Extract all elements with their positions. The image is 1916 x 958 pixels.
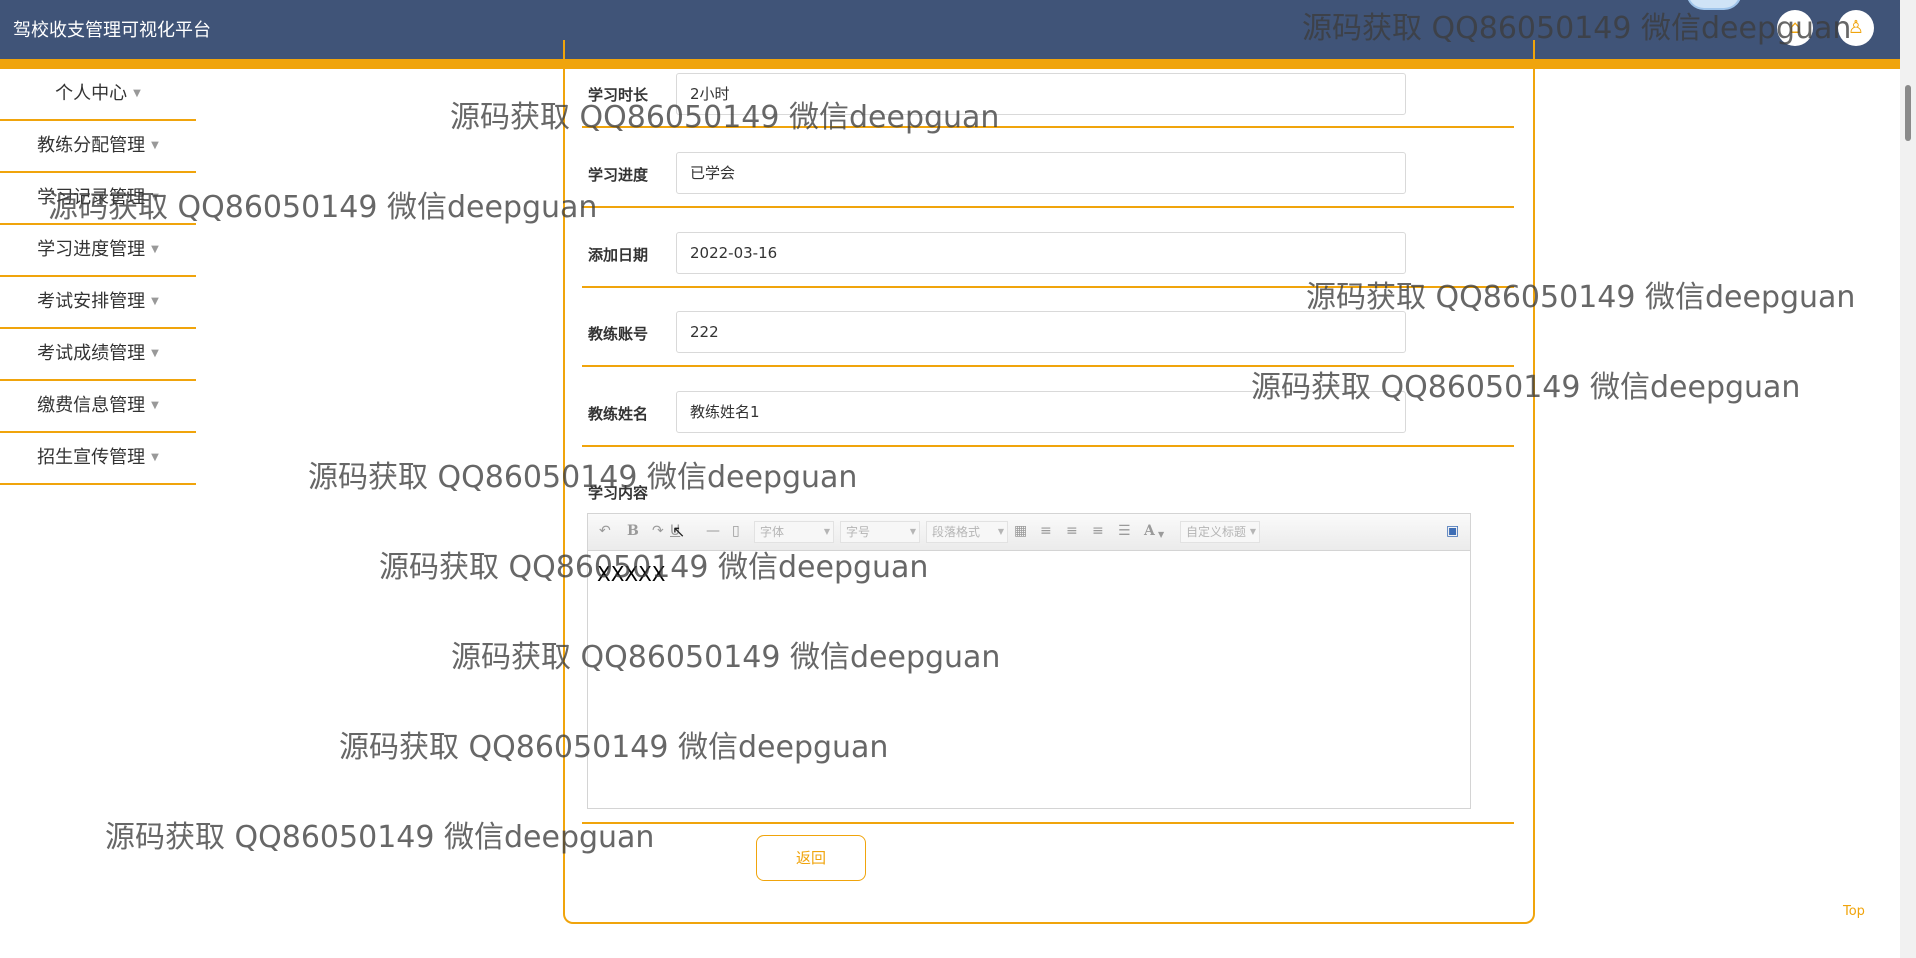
chevron-down-icon: ▼: [151, 192, 159, 203]
paragraph-format-select[interactable]: 段落格式 ▼: [926, 521, 1008, 543]
user-icon: ♙: [1847, 17, 1865, 38]
sidebar-item-enrollment-promo[interactable]: 招生宣传管理 ▼: [0, 433, 196, 485]
field-label-coach-name: 教练姓名: [588, 405, 649, 423]
add-date-field[interactable]: 2022-03-16: [676, 232, 1406, 274]
sidebar-item-coach-assignment[interactable]: 教练分配管理 ▼: [0, 121, 196, 173]
chevron-down-icon: ▼: [151, 296, 159, 307]
field-divider: [582, 445, 1514, 447]
table-icon[interactable]: ▦: [1014, 523, 1027, 539]
sidebar-item-label: 招生宣传管理: [37, 447, 146, 468]
coach-account-field[interactable]: 222: [676, 311, 1406, 353]
chevron-down-icon: ▼: [151, 140, 159, 151]
sidebar-item-study-progress[interactable]: 学习进度管理 ▼: [0, 225, 196, 277]
sidebar-item-payment-info[interactable]: 缴费信息管理 ▼: [0, 381, 196, 433]
field-label-study-progress: 学习进度: [588, 166, 649, 184]
sidebar-item-label: 缴费信息管理: [37, 395, 146, 416]
chevron-down-icon: ▼: [133, 88, 141, 99]
font-family-select[interactable]: 字体 ▼: [754, 521, 834, 543]
align-left-icon[interactable]: ≡: [1040, 523, 1052, 539]
sidebar-item-label: 考试安排管理: [37, 291, 146, 312]
field-divider: [582, 206, 1514, 208]
sidebar-item-exam-scores[interactable]: 考试成绩管理 ▼: [0, 329, 196, 381]
align-justify-icon[interactable]: ☰: [1118, 523, 1131, 539]
fullscreen-icon[interactable]: ▣: [1446, 523, 1459, 539]
field-label-add-date: 添加日期: [588, 246, 649, 264]
field-divider: [582, 126, 1514, 128]
align-center-icon[interactable]: ≡: [1092, 523, 1104, 539]
chevron-down-icon: ▼: [1249, 527, 1256, 536]
font-size-select[interactable]: 字号 ▼: [840, 521, 920, 543]
sidebar-item-label: 考试成绩管理: [37, 343, 146, 364]
sidebar-item-label: 学习进度管理: [37, 239, 146, 260]
home-button[interactable]: ⌂: [1777, 10, 1813, 46]
back-to-top-link[interactable]: Top: [1843, 904, 1865, 919]
field-label-coach-account: 教练账号: [588, 325, 649, 343]
sidebar-item-label: 教练分配管理: [37, 135, 146, 156]
sidebar-item-label: 个人中心: [55, 83, 128, 104]
chevron-down-icon: ▼: [151, 452, 159, 463]
align-right-icon[interactable]: ≡: [1066, 523, 1078, 539]
font-color-icon[interactable]: A: [1144, 523, 1155, 539]
chevron-down-icon: ▼: [997, 527, 1004, 536]
coach-name-field[interactable]: 教练姓名1: [676, 391, 1406, 433]
rich-text-editor[interactable]: ↶ B ↷ U — ▯ 字体 ▼ 字号 ▼ 段落格式 ▼ ▦ ≡ ≡ ≡ ☰ A ▼ …: [587, 513, 1471, 809]
chevron-down-icon: ▼: [151, 400, 159, 411]
horizontal-rule-icon[interactable]: —: [706, 523, 720, 539]
undo-icon[interactable]: ↶: [599, 523, 611, 539]
chevron-down-icon: ▼: [909, 527, 916, 536]
field-label-study-content: 学习内容: [588, 484, 649, 502]
study-progress-field[interactable]: 已学会: [676, 152, 1406, 194]
sidebar-item-personal-center[interactable]: 个人中心 ▼: [0, 69, 196, 121]
editor-content[interactable]: XXXXX: [597, 562, 666, 586]
redo-icon[interactable]: ↷: [652, 523, 664, 539]
bold-icon[interactable]: B: [627, 523, 639, 539]
back-button[interactable]: 返回: [756, 835, 866, 881]
sidebar-item-label: 学习记录管理: [37, 187, 146, 208]
chevron-down-icon: ▼: [823, 527, 830, 536]
editor-toolbar: ↶ B ↷ U — ▯ 字体 ▼ 字号 ▼ 段落格式 ▼ ▦ ≡ ≡ ≡ ☰ A ▼ …: [588, 514, 1470, 551]
font-size-placeholder: 字号: [846, 525, 871, 539]
custom-title-select[interactable]: 自定义标题 ▼: [1180, 521, 1260, 543]
chevron-down-icon: ▼: [151, 348, 159, 359]
font-family-placeholder: 字体: [760, 525, 785, 539]
scrollbar[interactable]: [1900, 0, 1916, 958]
paragraph-format-placeholder: 段落格式: [932, 525, 981, 539]
app-title: 驾校收支管理可视化平台: [13, 20, 211, 41]
mouse-cursor-icon: ↖: [672, 522, 686, 541]
chevron-down-icon: ▼: [1158, 530, 1165, 539]
scrollbar-thumb[interactable]: [1905, 85, 1911, 141]
home-icon: ⌂: [1789, 17, 1801, 38]
field-divider: [582, 822, 1514, 824]
field-label-study-duration: 学习时长: [588, 86, 649, 104]
user-button[interactable]: ♙: [1838, 10, 1874, 46]
custom-title-placeholder: 自定义标题: [1186, 525, 1247, 539]
sidebar-item-study-records[interactable]: 学习记录管理 ▼: [0, 173, 196, 225]
field-divider: [582, 286, 1514, 288]
paste-icon[interactable]: ▯: [732, 523, 740, 539]
field-divider: [582, 365, 1514, 367]
study-duration-field[interactable]: 2小时: [676, 73, 1406, 115]
chevron-down-icon: ▼: [151, 244, 159, 255]
sidebar: 个人中心 ▼ 教练分配管理 ▼ 学习记录管理 ▼ 学习进度管理 ▼ 考试安排管理 ▼ 考试…: [0, 69, 196, 485]
sidebar-item-exam-schedule[interactable]: 考试安排管理 ▼: [0, 277, 196, 329]
